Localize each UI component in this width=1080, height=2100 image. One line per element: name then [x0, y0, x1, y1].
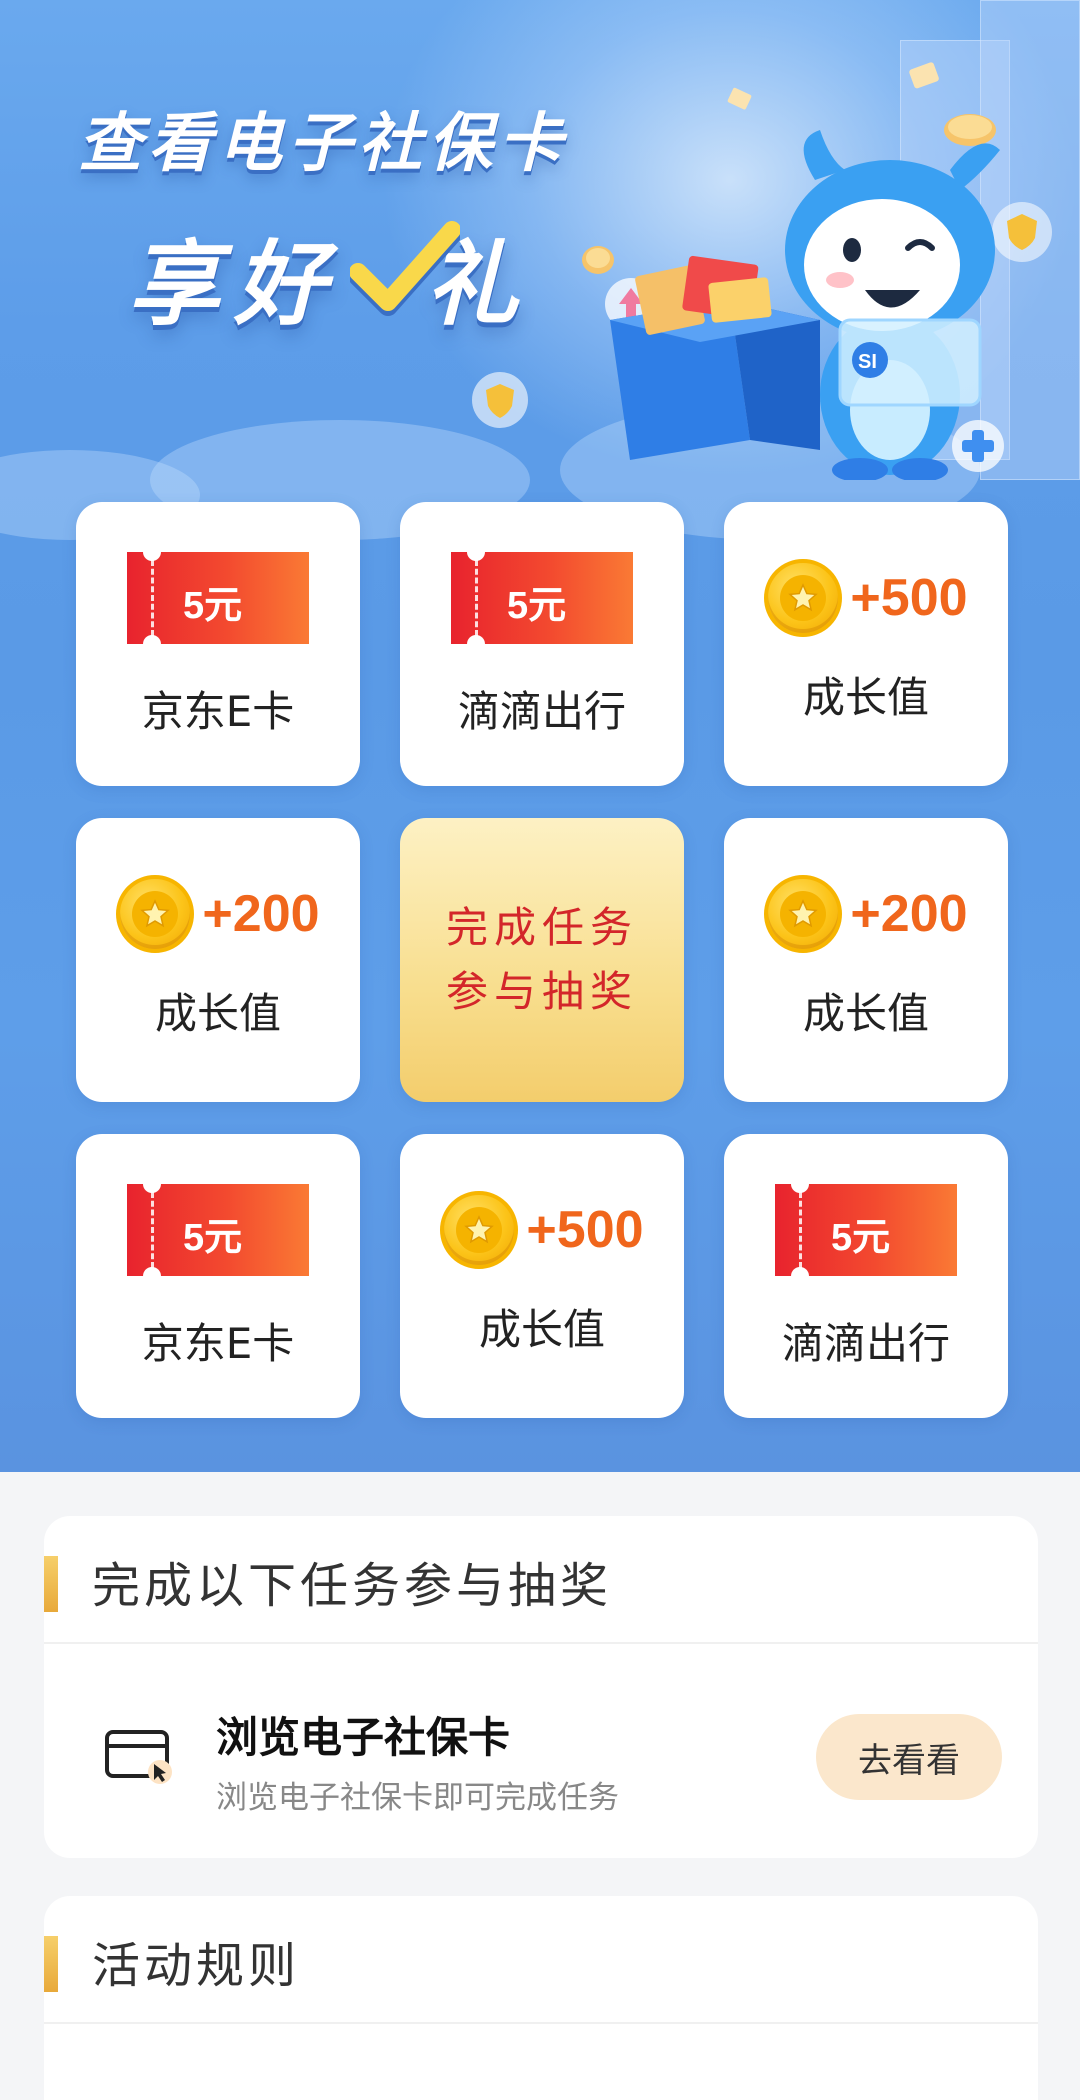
points-row: +200 — [764, 874, 968, 954]
prize-label: 成长值 — [802, 673, 929, 722]
prize-card-coupon: 5元滴滴出行 — [724, 1134, 1008, 1418]
coupon-ticket-icon: 5元 — [127, 543, 309, 653]
rules-panel-header: 活动规则 — [44, 1896, 1038, 2024]
points-amount: +200 — [202, 885, 320, 943]
prize-card-points: +500 成长值 — [724, 502, 1008, 786]
star-icon — [788, 899, 819, 928]
section-accent-bar — [44, 1936, 58, 1992]
rules-section-title: 活动规则 — [92, 1938, 301, 1994]
task-panel-header: 完成以下任务参与抽奖 — [44, 1516, 1038, 1644]
hero-banner: 查看电子社保卡 享好礼 SI 5元 京东E卡 5元 滴滴出行 +500 成长值 … — [0, 0, 1080, 1472]
shield-icon — [472, 372, 528, 428]
task-item: 浏览电子社保卡 浏览电子社保卡即可完成任务 去看看 — [44, 1644, 1038, 1854]
floating-coin-icon — [909, 62, 939, 89]
prize-label: 成长值 — [478, 1305, 605, 1354]
prize-card-coupon: 5元滴滴出行 — [400, 502, 684, 786]
points-row: +500 — [764, 558, 968, 638]
draw-center-line1: 完成任务 — [445, 903, 638, 952]
coupon-ticket-icon: 5元 — [127, 1175, 309, 1285]
coupon-amount: 5元 — [507, 585, 567, 627]
points-row: +500 — [440, 1190, 644, 1270]
star-icon — [464, 1215, 495, 1244]
prize-card-coupon: 5元京东E卡 — [76, 1134, 360, 1418]
points-row: +200 — [116, 874, 320, 954]
coupon-amount: 5元 — [183, 1217, 243, 1259]
star-icon — [788, 583, 819, 612]
coin-icon — [764, 559, 843, 637]
mascot-card-badge: SI — [858, 351, 877, 373]
prize-label: 京东E卡 — [141, 687, 295, 736]
check-mark-icon — [350, 221, 460, 316]
prize-card-points: +200 成长值 — [76, 818, 360, 1102]
prize-label: 成长值 — [802, 989, 929, 1038]
banner-title-line1: 查看电子社保卡 — [78, 107, 568, 181]
task-title: 浏览电子社保卡 — [216, 1713, 511, 1762]
coin-icon — [764, 875, 843, 953]
task-panel: 完成以下任务参与抽奖 浏览电子社保卡 浏览电子社保卡即可完成任务 去看看 — [44, 1516, 1038, 1858]
draw-center-line2: 参与抽奖 — [445, 967, 638, 1016]
points-amount: +200 — [850, 885, 968, 943]
prize-card-points: +500 成长值 — [400, 1134, 684, 1418]
section-accent-bar — [44, 1556, 58, 1612]
coin-icon — [116, 875, 195, 953]
mascot-illustration: SI — [610, 130, 1000, 480]
banner-title-text-a: 享好 — [128, 231, 341, 338]
coin-icon — [440, 1191, 519, 1269]
draw-center-button[interactable]: 完成任务 参与抽奖 — [400, 818, 684, 1102]
prize-label: 滴滴出行 — [781, 1319, 950, 1368]
banner-title-line2: 享好礼 — [128, 210, 532, 343]
coupon-ticket-icon: 5元 — [451, 543, 633, 653]
card-cursor-icon — [105, 1730, 172, 1784]
prize-label: 滴滴出行 — [457, 687, 626, 736]
prize-label: 京东E卡 — [141, 1319, 295, 1368]
points-amount: +500 — [850, 569, 968, 627]
rules-panel: 活动规则 — [44, 1896, 1038, 2100]
points-amount: +500 — [526, 1201, 644, 1259]
floating-coin-icon — [727, 87, 752, 110]
prize-card-coupon: 5元京东E卡 — [76, 502, 360, 786]
prize-card-points: +200 成长值 — [724, 818, 1008, 1102]
coupon-amount: 5元 — [183, 585, 243, 627]
go-view-button[interactable]: 去看看 — [816, 1714, 1002, 1800]
prize-label: 成长值 — [154, 989, 281, 1038]
coupon-ticket-icon: 5元 — [775, 1175, 957, 1285]
task-description: 浏览电子社保卡即可完成任务 — [216, 1780, 619, 1816]
star-icon — [140, 899, 171, 928]
task-section-title: 完成以下任务参与抽奖 — [92, 1558, 613, 1614]
coupon-amount: 5元 — [831, 1217, 891, 1259]
